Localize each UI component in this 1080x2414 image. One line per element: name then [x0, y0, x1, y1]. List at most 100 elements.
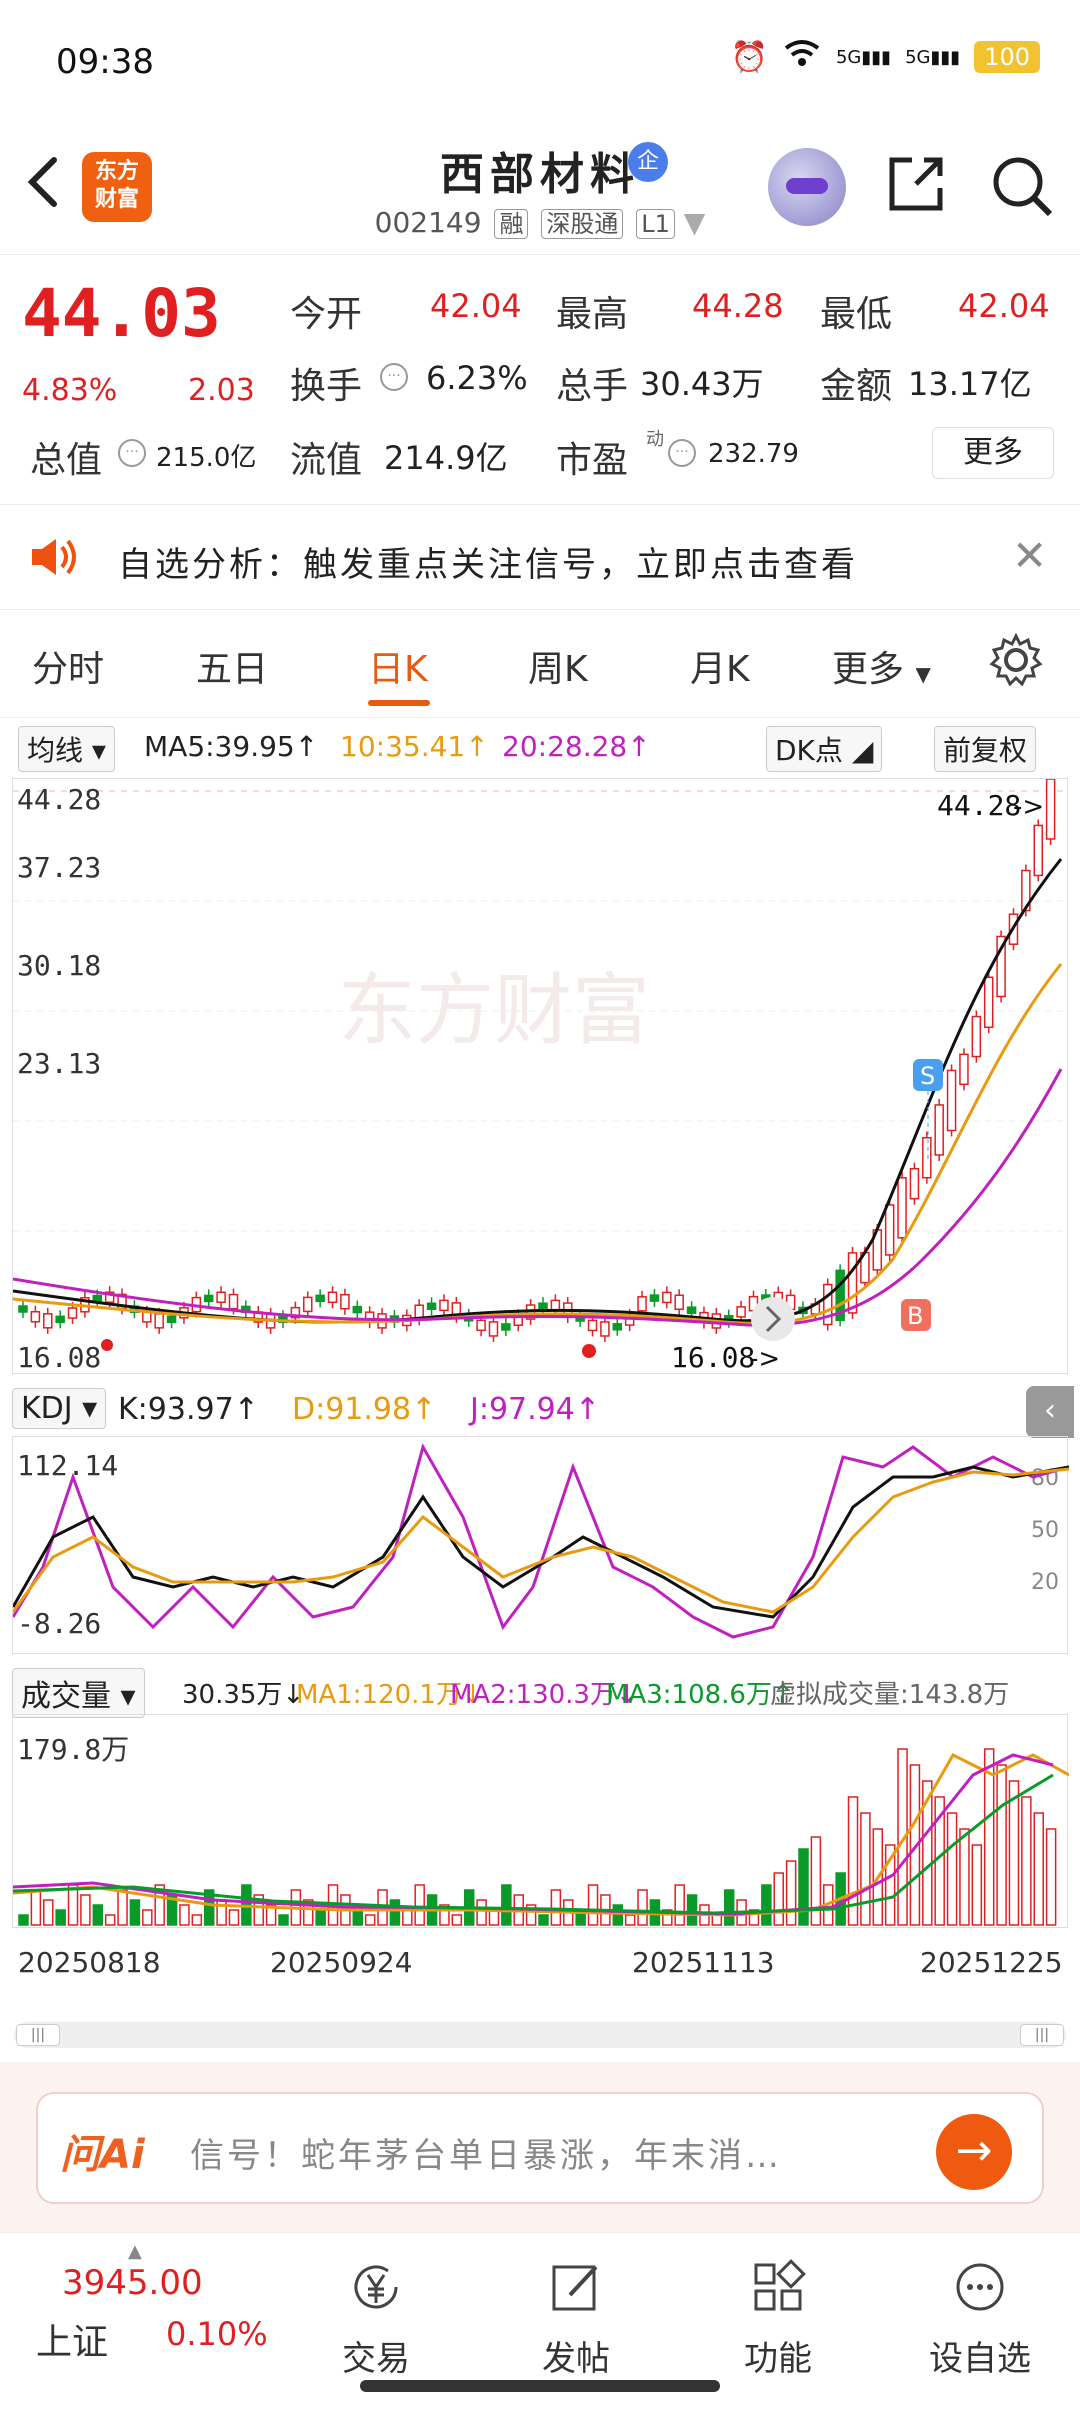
volume-bar: [55, 1909, 66, 1926]
volume-chart[interactable]: 179.8万: [12, 1714, 1070, 1928]
volume-bar: [278, 1914, 289, 1926]
pe-label: 市盈: [556, 440, 629, 481]
enterprise-badge[interactable]: 企: [628, 142, 668, 182]
ma5-value: MA5:39.95↑: [144, 730, 319, 763]
volume-bar: [501, 1884, 512, 1926]
volume-bar: [67, 1884, 79, 1926]
tab-daily-k[interactable]: 日K: [368, 640, 428, 692]
kline-chart[interactable]: 东方财富 44.28 37.23 30.18 23.13 16.08 44.28…: [12, 773, 1069, 1374]
tab-monthly-k[interactable]: 月K: [690, 640, 750, 692]
candle: [538, 1302, 548, 1310]
share-button[interactable]: [886, 154, 946, 214]
candle: [686, 1306, 697, 1314]
volume-bar: [402, 1909, 413, 1926]
kline-svg: 东方财富 44.28 37.23 30.18 23.13 16.08 44.28…: [12, 773, 1069, 1374]
candle: [884, 1204, 895, 1256]
volume-bar: [104, 1914, 116, 1926]
ma20-value: 20:28.28↑: [502, 730, 651, 763]
volume-bar: [959, 1828, 970, 1926]
grid-icon: [754, 2259, 806, 2311]
trade-button[interactable]: 交易: [316, 2259, 436, 2380]
more-circle-icon: [956, 2263, 1004, 2311]
float-label: 流值: [290, 440, 363, 481]
pe-superscript: 动: [646, 429, 664, 450]
status-time: 09:38: [56, 42, 154, 82]
change-amount: 2.03: [188, 373, 255, 408]
ai-input-box[interactable]: 问Ai 信号！蛇年茅台单日暴涨，年末消… →: [36, 2092, 1044, 2204]
kdj-level-20: 20: [1031, 1570, 1059, 1595]
index-value[interactable]: 3945.00: [62, 2263, 203, 2303]
dk-point-select[interactable]: DK点 ◢: [766, 726, 883, 772]
add-watchlist-button[interactable]: 设自选: [920, 2259, 1040, 2380]
volume-indicator-bar: 成交量 ▾ 30.35万↓ MA1:120.1万↓ MA2:130.3万↓ MA…: [0, 1660, 1080, 1718]
candle: [327, 1291, 338, 1304]
candle: [600, 1321, 610, 1337]
functions-button[interactable]: 功能: [718, 2259, 838, 2380]
volume-bar: [798, 1848, 809, 1926]
volume-bar: [637, 1889, 648, 1926]
info-icon[interactable]: ···: [118, 439, 146, 467]
tab-five-day[interactable]: 五日: [196, 640, 268, 692]
kdj-d-line: [11, 1467, 1070, 1614]
post-button[interactable]: 发帖: [516, 2259, 636, 2380]
tab-intraday[interactable]: 分时: [32, 640, 104, 692]
ma-select[interactable]: 均线 ▾: [18, 726, 115, 772]
sell-marker: S: [920, 1062, 935, 1090]
tab-weekly-k[interactable]: 周K: [528, 640, 588, 692]
chart-scrollbar[interactable]: ||| |||: [14, 2022, 1066, 2048]
turnover-label: 换手: [290, 366, 363, 407]
candle: [43, 1313, 53, 1329]
arrow-right-icon[interactable]: →: [936, 2114, 1012, 2190]
tag-level: L1: [636, 209, 675, 239]
buy-marker: B: [907, 1302, 923, 1330]
post-label: 发帖: [542, 2339, 610, 2379]
settings-button[interactable]: [988, 632, 1044, 692]
volume-select[interactable]: 成交量 ▾: [12, 1668, 145, 1718]
collapse-panel-button[interactable]: ‹: [1026, 1386, 1074, 1438]
info-icon[interactable]: ···: [668, 439, 696, 467]
more-button[interactable]: 更多: [932, 427, 1054, 479]
candle: [501, 1323, 511, 1331]
candle: [909, 1167, 920, 1200]
tab-more[interactable]: 更多 ▼: [832, 640, 931, 692]
y-label-2: 30.18: [17, 949, 101, 982]
wifi-icon: [782, 38, 822, 76]
change-percent: 4.83%: [22, 373, 118, 408]
edit-icon: [552, 2265, 598, 2311]
scroll-handle-left[interactable]: |||: [16, 2024, 60, 2046]
alert-banner[interactable]: 自选分析：触发重点关注信号，立即点击查看 ✕: [0, 505, 1080, 610]
search-button[interactable]: [990, 154, 1054, 218]
active-tab-indicator: [368, 700, 430, 706]
high-value: 44.28: [692, 287, 784, 325]
volume-bar: [451, 1914, 463, 1926]
amount-label: 金额: [820, 366, 893, 407]
kdj-chart[interactable]: 112.14 -8.26 80 50 20: [11, 1436, 1070, 1654]
kdj-bottom-label: -8.26: [17, 1607, 101, 1640]
index-name[interactable]: 上证: [36, 2313, 108, 2365]
volume-svg: 179.8万: [12, 1733, 1070, 1926]
volume-bar: [1033, 1812, 1044, 1926]
ma10-value: 10:35.41↑: [340, 730, 489, 763]
kdj-select[interactable]: KDJ ▾: [12, 1388, 107, 1429]
info-icon[interactable]: ···: [380, 363, 408, 391]
adjust-select[interactable]: 前复权: [934, 726, 1037, 772]
volume-bar: [1008, 1780, 1020, 1926]
watermark: 东方财富: [338, 966, 650, 1056]
candle: [476, 1319, 486, 1332]
candle: [550, 1299, 561, 1312]
assistant-avatar[interactable]: [768, 148, 846, 226]
date-axis: 20250818 20250924 20251113 20251225: [0, 1940, 1080, 1984]
alarm-icon: ⏰: [730, 39, 768, 75]
candle: [847, 1252, 858, 1314]
ai-prompt-text: 信号！蛇年茅台单日暴涨，年末消…: [190, 2136, 782, 2176]
status-bar: 09:38 ⏰ 5G▮▮▮ 5G▮▮▮ 100: [0, 0, 1080, 120]
volume-bar: [80, 1894, 91, 1926]
functions-label: 功能: [744, 2339, 812, 2379]
kdj-svg: 112.14 -8.26 80 50 20: [11, 1443, 1070, 1640]
kdj-indicator-bar: KDJ ▾ K:93.97↑ D:91.98↑ J:97.94↑ ‹: [0, 1382, 1080, 1438]
scroll-handle-right[interactable]: |||: [1020, 2024, 1064, 2046]
volume-bar: [191, 1914, 203, 1926]
close-icon[interactable]: ✕: [1012, 531, 1047, 580]
open-label: 今开: [290, 294, 363, 335]
volume-bar: [761, 1884, 772, 1926]
